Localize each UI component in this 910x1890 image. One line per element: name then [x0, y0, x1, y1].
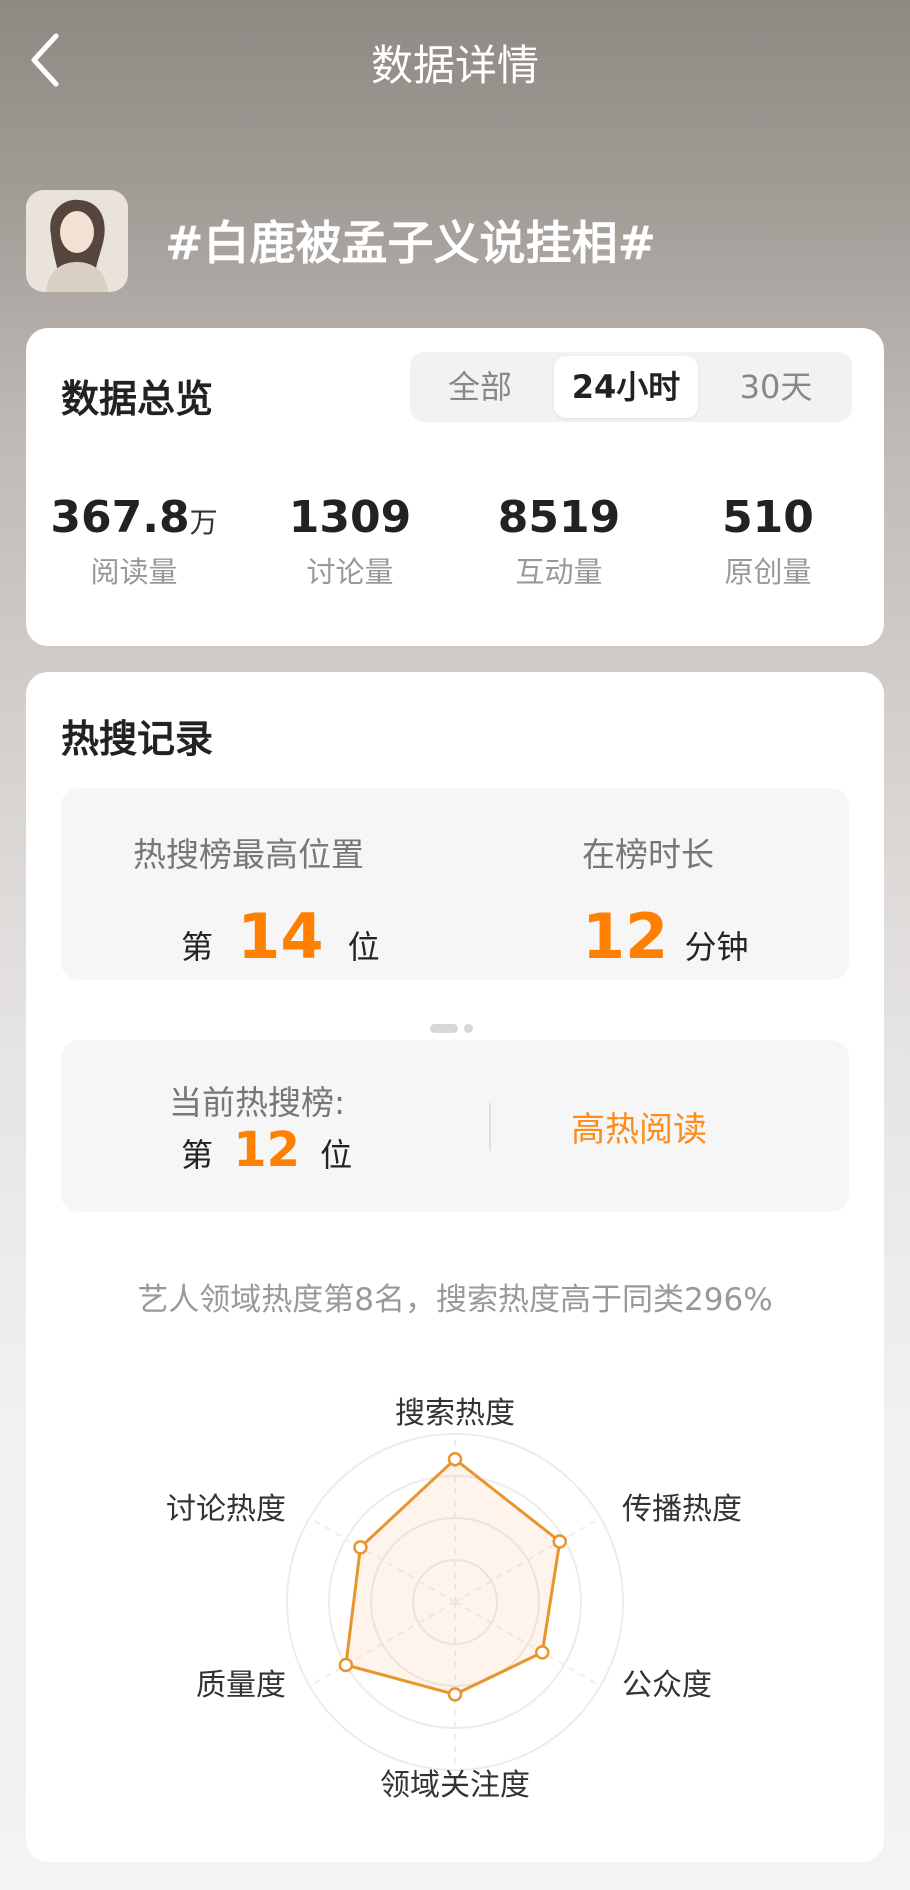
stat-interactions: 8519 互动量 [459, 492, 659, 591]
page-title: 数据详情 [370, 41, 539, 90]
hot-search-peak-panel[interactable]: 热搜榜最高位置 第 14 位 在榜时长 12 分钟 [61, 788, 849, 980]
stat-discussions-label: 讨论量 [306, 555, 394, 589]
radar-point [447, 1451, 463, 1467]
data-overview-card: 数据总览 全部 24小时 30天 367.8万 阅读量 1309 讨论量 851… [26, 328, 884, 646]
radar-axis-label: 传播热度 [622, 1492, 742, 1527]
current-label: 当前热搜榜: [169, 1083, 346, 1122]
duration-line: 12 分钟 [582, 900, 748, 973]
hot-search-card: 热搜记录 热搜榜最高位置 第 14 位 在榜时长 12 分钟 当前热搜榜: 第 … [26, 672, 884, 1862]
radar-axis-label: 讨论热度 [166, 1492, 286, 1527]
current-rank: 第 12 位 [181, 1122, 352, 1178]
time-range-segmented-control: 全部 24小时 30天 [410, 352, 852, 422]
hot-read-tag[interactable]: 高热阅读 [571, 1102, 707, 1151]
avatar[interactable] [26, 190, 128, 292]
radar-point [447, 1687, 463, 1702]
radar-axis-label: 搜索热度 [395, 1396, 515, 1431]
stat-reads-label: 阅读量 [90, 555, 178, 589]
radar-area [344, 1457, 562, 1696]
radar-point [552, 1534, 568, 1549]
radar-axis-label: 质量度 [196, 1668, 286, 1703]
tab-24h[interactable]: 24小时 [554, 356, 698, 418]
radar-axis-label: 公众度 [622, 1668, 712, 1703]
stat-discussions: 1309 讨论量 [250, 492, 450, 591]
stat-reads: 367.8万 阅读量 [34, 492, 234, 591]
stat-originals-label: 原创量 [724, 555, 812, 589]
overview-title: 数据总览 [61, 377, 214, 421]
radar-point [353, 1540, 368, 1555]
stat-originals: 510 原创量 [668, 492, 868, 591]
stat-interactions-value: 8519 [497, 492, 621, 543]
stat-discussions-value: 1309 [288, 492, 412, 543]
peak-suffix: 位 [347, 928, 380, 966]
current-rank-panel[interactable]: 当前热搜榜: 第 12 位 高热阅读 [61, 1040, 849, 1212]
topic-title: #白鹿被孟子义说挂相# [165, 216, 657, 270]
pager-dot [464, 1024, 473, 1033]
heat-summary: 艺人领域热度第8名，搜索热度高于同类296% [137, 1282, 773, 1318]
avatar-portrait-icon [26, 190, 128, 292]
duration-label: 在榜时长 [582, 835, 714, 874]
stat-interactions-label: 互动量 [515, 555, 603, 589]
pager-dots [430, 1018, 473, 1037]
radar-axis-label: 领域关注度 [380, 1768, 530, 1803]
duration-value: 12 [582, 900, 669, 973]
peak-value: 14 [237, 900, 324, 973]
current-prefix: 第 [181, 1136, 214, 1174]
radar-point [338, 1657, 354, 1673]
pager-dot-active [430, 1024, 458, 1033]
stat-reads-value: 367.8 [50, 492, 190, 543]
tab-all[interactable]: 全部 [410, 352, 550, 422]
radar-point [535, 1645, 550, 1660]
stat-reads-unit: 万 [189, 506, 218, 539]
current-suffix: 位 [320, 1136, 353, 1174]
peak-prefix: 第 [181, 928, 214, 966]
hot-search-title: 热搜记录 [61, 717, 214, 761]
peak-label: 热搜榜最高位置 [133, 835, 364, 874]
peak-rank: 第 14 位 [181, 900, 380, 973]
current-value: 12 [233, 1122, 300, 1178]
tab-30d[interactable]: 30天 [706, 352, 846, 422]
stat-originals-value: 510 [722, 492, 814, 543]
panel-divider [489, 1103, 491, 1151]
duration-unit: 分钟 [684, 928, 749, 966]
